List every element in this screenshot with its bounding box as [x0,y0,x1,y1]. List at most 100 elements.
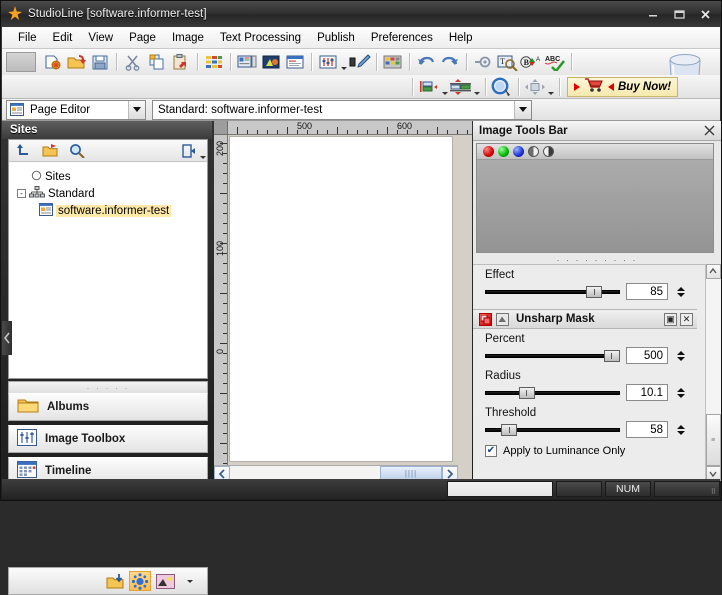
effect-slider[interactable] [485,284,620,300]
image-edit-icon[interactable] [154,571,176,591]
page-editor-select[interactable]: Page Editor [6,99,146,120]
document-select[interactable]: Standard: software.informer-test [152,99,532,120]
copy-icon[interactable] [145,51,169,73]
sidebar-item-image-toolbox[interactable]: Image Toolbox [8,425,208,453]
toolbar-blank-button[interactable] [6,52,36,72]
remove-icon[interactable]: ✕ [680,312,693,326]
image-adjust-dropdown[interactable] [340,51,348,73]
sites-toolbar-dropdown[interactable] [199,140,207,162]
menu-edit[interactable]: Edit [45,30,81,46]
import-folder-icon[interactable] [104,571,126,591]
effects-icon[interactable] [129,571,151,591]
detach-icon[interactable]: ▣ [664,312,677,326]
panel-resize-grip[interactable]: · · · · · [8,381,208,393]
percent-spinner[interactable] [674,347,687,364]
menu-page[interactable]: Page [121,30,164,46]
undo-icon[interactable] [414,51,438,73]
menu-text-processing[interactable]: Text Processing [212,30,309,46]
slider-thumb[interactable] [586,285,603,298]
menu-help[interactable]: Help [441,30,481,46]
page-canvas[interactable] [229,136,453,462]
close-button[interactable] [693,4,717,24]
align-center-icon[interactable] [449,76,473,98]
scrollbar-track[interactable]: ≡ [705,279,721,466]
image-adjust-icon[interactable] [316,51,340,73]
cut-scissors-icon[interactable] [121,51,145,73]
document-dropdown-button[interactable] [514,100,531,119]
panel-splitter-dots[interactable]: · · · · · · · · · [473,255,721,265]
resize-grip-icon[interactable]: ⠿ [654,481,720,497]
tree-expander[interactable]: - [17,189,26,198]
percent-value[interactable]: 500 [626,347,668,364]
threshold-value[interactable]: 58 [626,421,668,438]
blue-ball-icon[interactable] [513,146,524,157]
reset-effect-icon[interactable] [479,312,492,326]
scrollbar-thumb[interactable]: ≡ [705,414,721,466]
align-center-dropdown[interactable] [473,76,481,98]
slider-thumb[interactable] [501,423,518,436]
brightness-half-icon[interactable] [543,146,554,157]
tree-node-sites[interactable]: Sites [13,168,203,185]
palette-icon[interactable] [381,51,405,73]
new-page-icon[interactable] [40,51,64,73]
menu-preferences[interactable]: Preferences [363,30,441,46]
more-chevron-icon[interactable] [179,571,201,591]
search-icon[interactable] [67,142,87,160]
text-search-icon[interactable]: T [495,51,519,73]
sidebar-item-albums[interactable]: Albums [8,393,208,421]
move-pad-icon[interactable] [523,76,547,98]
red-ball-icon[interactable] [483,146,494,157]
effect-value[interactable]: 85 [626,283,668,300]
eyedropper-icon[interactable] [348,51,372,73]
green-ball-icon[interactable] [498,146,509,157]
text-panel-icon[interactable] [283,51,307,73]
page-properties-icon[interactable] [235,51,259,73]
maximize-button[interactable] [667,4,691,24]
scroll-up-icon[interactable] [705,264,721,279]
move-pad-dropdown[interactable] [547,76,555,98]
open-folder-icon[interactable] [64,51,88,73]
close-icon[interactable] [701,123,717,139]
effect-spinner[interactable] [674,283,687,300]
radius-slider[interactable] [485,385,620,401]
open-panel-icon[interactable] [179,142,199,160]
align-left-dropdown[interactable] [441,76,449,98]
grid-layout-icon[interactable] [202,51,226,73]
go-up-icon[interactable] [13,142,33,160]
save-icon[interactable] [88,51,112,73]
preview-ball-icon[interactable] [490,76,514,98]
vertical-ruler[interactable]: 200 100 0 [214,135,228,467]
page-editor-dropdown-button[interactable] [128,100,145,119]
properties-scrollbar[interactable]: ≡ [705,264,721,481]
menu-file[interactable]: File [10,30,45,46]
spellcheck-icon[interactable]: ABC [543,51,567,73]
minimize-button[interactable] [641,4,665,24]
menu-image[interactable]: Image [164,30,212,46]
slider-thumb[interactable] [518,386,535,399]
effect-preview-icon[interactable] [496,312,509,326]
bold-color-icon[interactable]: BA [519,51,543,73]
menu-publish[interactable]: Publish [309,30,363,46]
new-folder-icon[interactable] [40,142,60,160]
threshold-slider[interactable] [485,422,620,438]
tree-node-software-informer-test[interactable]: software.informer-test [13,202,203,219]
redo-icon[interactable] [438,51,462,73]
radius-spinner[interactable] [674,384,687,401]
tree-node-standard[interactable]: - Standard [13,185,203,202]
slider-thumb[interactable] [603,349,620,362]
paste-icon[interactable] [169,51,193,73]
link-icon[interactable] [471,51,495,73]
apply-luminance-checkbox[interactable]: ✔ [485,445,497,457]
apply-luminance-row[interactable]: ✔ Apply to Luminance Only [485,445,625,457]
percent-slider[interactable] [485,348,620,364]
horizontal-ruler[interactable]: 500 600 [228,121,472,135]
threshold-spinner[interactable] [674,421,687,438]
status-input-field[interactable] [447,481,553,497]
preview-image-area[interactable] [477,160,713,252]
left-panel-collapse-button[interactable] [2,321,12,355]
menu-view[interactable]: View [80,30,121,46]
media-gallery-icon[interactable] [259,51,283,73]
contrast-half-icon[interactable] [528,146,539,157]
radius-value[interactable]: 10.1 [626,384,668,401]
buy-now-button[interactable]: Buy Now! [567,76,679,97]
